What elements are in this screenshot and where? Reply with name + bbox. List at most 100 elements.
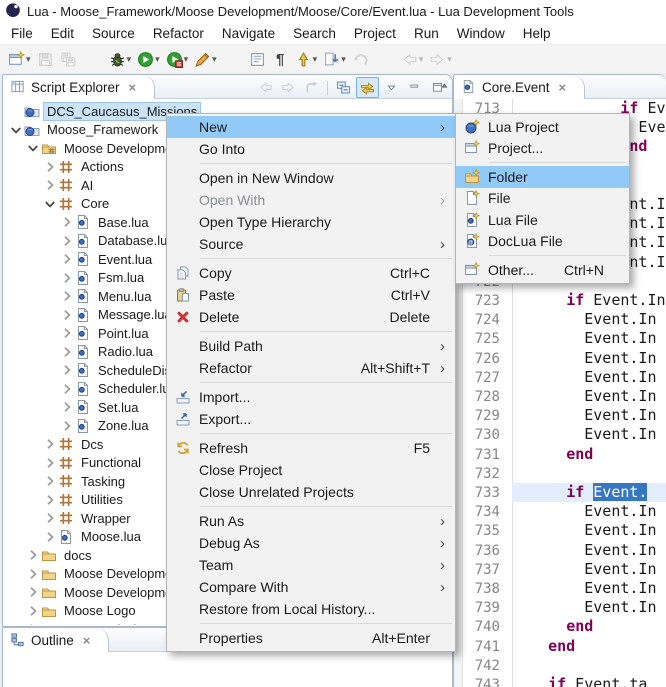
chevron-collapsed-icon[interactable]: [42, 473, 58, 489]
forward-button[interactable]: ▾: [426, 48, 455, 72]
code-line-728[interactable]: 728 Event.In: [462, 387, 666, 406]
menu-help[interactable]: Help: [514, 24, 560, 43]
menu-item-refactor[interactable]: RefactorAlt+Shift+T›: [167, 357, 455, 379]
menu-item-compare-with[interactable]: Compare With›: [167, 576, 455, 598]
last-edit-button[interactable]: ▾: [292, 48, 321, 72]
menu-item-refresh[interactable]: RefreshF5: [167, 437, 455, 459]
code-line-732[interactable]: 732: [462, 464, 666, 483]
code-line-742[interactable]: 742: [462, 656, 666, 675]
chevron-collapsed-icon[interactable]: [25, 603, 41, 619]
chevron-expanded-icon[interactable]: [42, 196, 58, 212]
tab-outline[interactable]: Outline ×: [3, 628, 109, 652]
menu-item-lua-file[interactable]: Lua File: [456, 209, 629, 231]
show-whitespace-button[interactable]: ¶: [269, 48, 292, 72]
chevron-collapsed-icon[interactable]: [25, 547, 41, 563]
dropdown-caret-icon[interactable]: ▾: [341, 54, 346, 65]
menu-item-export[interactable]: Export...: [167, 408, 455, 430]
code-line-729[interactable]: 729 Event.In: [462, 406, 666, 425]
menu-item-debug-as[interactable]: Debug As›: [167, 532, 455, 554]
menu-window[interactable]: Window: [448, 24, 514, 43]
menu-item-properties[interactable]: PropertiesAlt+Enter: [167, 627, 455, 649]
chevron-expanded-icon[interactable]: [8, 122, 24, 138]
dropdown-caret-icon[interactable]: ▾: [155, 54, 160, 65]
chevron-collapsed-icon[interactable]: [59, 399, 75, 415]
chevron-collapsed-icon[interactable]: [25, 566, 41, 582]
debug-button[interactable]: ▾: [106, 48, 135, 72]
chevron-expanded-icon[interactable]: [25, 140, 41, 156]
close-icon[interactable]: ×: [83, 633, 91, 648]
code-line-726[interactable]: 726 Event.In: [462, 349, 666, 368]
chevron-collapsed-icon[interactable]: [59, 251, 75, 267]
menu-project[interactable]: Project: [345, 24, 405, 43]
menu-item-other[interactable]: Other...Ctrl+N: [456, 259, 629, 281]
chevron-collapsed-icon[interactable]: [42, 177, 58, 193]
menu-item-go-into[interactable]: Go Into: [167, 138, 455, 160]
menu-item-open-with[interactable]: Open With›: [167, 189, 455, 211]
close-icon[interactable]: ×: [129, 80, 137, 95]
dropdown-caret-icon[interactable]: ▾: [127, 54, 132, 65]
code-line-724[interactable]: 724 Event.In: [462, 310, 666, 329]
chevron-collapsed-icon[interactable]: [59, 270, 75, 286]
menu-item-source[interactable]: Source›: [167, 233, 455, 255]
view-menu-button[interactable]: [381, 78, 402, 97]
menu-item-folder[interactable]: Folder: [456, 166, 629, 188]
run-button[interactable]: ▾: [134, 48, 163, 72]
menu-refactor[interactable]: Refactor: [144, 24, 213, 43]
menu-edit[interactable]: Edit: [42, 24, 83, 43]
prev-annotation-button[interactable]: [349, 48, 372, 72]
code-line-735[interactable]: 735 Event.In: [462, 521, 666, 540]
chevron-collapsed-icon[interactable]: [25, 621, 41, 625]
menu-item-doclua-file[interactable]: @DocLua File: [456, 231, 629, 253]
chevron-collapsed-icon[interactable]: [59, 233, 75, 249]
menu-item-open-in-new-window[interactable]: Open in New Window: [167, 167, 455, 189]
menu-item-import[interactable]: Import...: [167, 386, 455, 408]
chevron-collapsed-icon[interactable]: [42, 455, 58, 471]
menu-item-project[interactable]: Project...: [456, 138, 629, 160]
nav-forward-button[interactable]: [278, 78, 299, 97]
menu-search[interactable]: Search: [284, 24, 345, 43]
dropdown-caret-icon[interactable]: ▾: [184, 54, 189, 65]
dropdown-caret-icon[interactable]: ▾: [212, 54, 217, 65]
save-all-button[interactable]: [57, 48, 80, 72]
code-line-736[interactable]: 736 Event.In: [462, 541, 666, 560]
new-wizard-button[interactable]: ▾: [5, 48, 34, 72]
link-editor-button[interactable]: [356, 77, 379, 98]
chevron-collapsed-icon[interactable]: [42, 529, 58, 545]
next-annotation-button[interactable]: ▾: [320, 48, 349, 72]
menu-item-new[interactable]: New›: [167, 116, 455, 138]
chevron-collapsed-icon[interactable]: [59, 307, 75, 323]
menu-navigate[interactable]: Navigate: [213, 24, 284, 43]
code-line-741[interactable]: 741 end: [462, 637, 666, 656]
code-line-727[interactable]: 727 Event.In: [462, 368, 666, 387]
menu-item-restore-from-local-history[interactable]: Restore from Local History...: [167, 598, 455, 620]
dropdown-caret-icon[interactable]: ▾: [26, 54, 31, 65]
chevron-collapsed-icon[interactable]: [42, 436, 58, 452]
menu-source[interactable]: Source: [83, 24, 144, 43]
nav-up-button[interactable]: [301, 78, 322, 97]
menu-item-close-project[interactable]: Close Project: [167, 459, 455, 481]
menu-item-paste[interactable]: PasteCtrl+V: [167, 284, 455, 306]
chevron-collapsed-icon[interactable]: [59, 381, 75, 397]
chevron-collapsed-icon[interactable]: [59, 418, 75, 434]
chevron-collapsed-icon[interactable]: [59, 288, 75, 304]
menu-item-copy[interactable]: CopyCtrl+C: [167, 262, 455, 284]
chevron-collapsed-icon[interactable]: [59, 214, 75, 230]
chevron-collapsed-icon[interactable]: [25, 584, 41, 600]
tab-script-explorer[interactable]: Script Explorer ×: [3, 75, 155, 99]
menu-item-close-unrelated-projects[interactable]: Close Unrelated Projects: [167, 481, 455, 503]
code-line-725[interactable]: 725 Event.In: [462, 329, 666, 348]
minimize-button[interactable]: [404, 78, 425, 97]
collapse-all-button[interactable]: [333, 78, 354, 97]
code-line-734[interactable]: 734 Event.In: [462, 502, 666, 521]
coverage-button[interactable]: ▾: [163, 48, 192, 72]
chevron-collapsed-icon[interactable]: [42, 159, 58, 175]
tab-core-event[interactable]: Core.Event ×: [454, 75, 585, 99]
code-line-743[interactable]: 743 if Event.ta: [462, 675, 666, 687]
menu-item-run-as[interactable]: Run As›: [167, 510, 455, 532]
chevron-collapsed-icon[interactable]: [59, 325, 75, 341]
menu-item-build-path[interactable]: Build Path›: [167, 335, 455, 357]
menu-item-lua-project[interactable]: Lua Project: [456, 116, 629, 138]
dropdown-caret-icon[interactable]: ▾: [313, 54, 318, 65]
code-line-739[interactable]: 739 Event.In: [462, 598, 666, 617]
menu-item-delete[interactable]: DeleteDelete: [167, 306, 455, 328]
